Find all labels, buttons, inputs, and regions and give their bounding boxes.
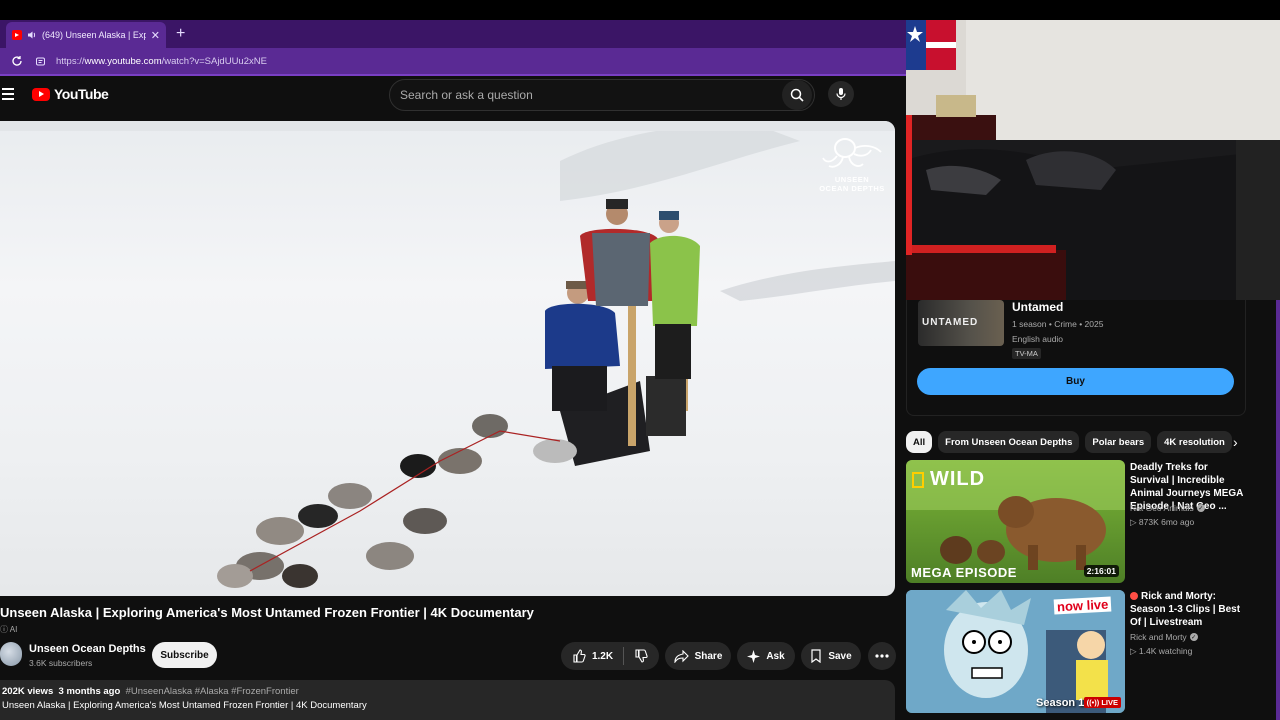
ai-label[interactable]: ⓘ AI [0,624,17,635]
view-count: 202K views [2,686,54,697]
ad-thumbnail-text: UNTAMED [922,317,979,328]
close-tab-icon[interactable]: ✕ [151,29,160,42]
recommendation-stats-2: ▷ 1.4K watching [1130,646,1193,656]
thumbnail-caption-2: Season 1- [1036,697,1088,709]
channel-watermark: UNSEEN OCEAN DEPTHS [817,136,887,193]
ad-meta: 1 season • Crime • 2025 [1012,319,1104,329]
channel-avatar[interactable] [0,642,22,666]
webcam-overlay [906,20,1280,300]
video-title: Unseen Alaska | Exploring America's Most… [0,605,534,620]
live-indicator-icon [1130,592,1138,600]
chip-polar-bears[interactable]: Polar bears [1085,431,1152,453]
ad-rating-badge: TV-MA [1012,348,1041,359]
new-tab-button[interactable]: + [176,25,185,43]
url-prefix: https:// [56,55,85,67]
save-button[interactable]: Save [801,642,861,670]
recommendation-channel-2[interactable]: Rick and Morty ✓ [1130,632,1198,642]
ad-title[interactable]: Untamed [1012,300,1063,314]
like-dislike-group: 1.2K [561,642,659,670]
chip-from-channel[interactable]: From Unseen Ocean Depths [938,431,1080,453]
thumbs-down-icon[interactable] [634,649,648,663]
ad-audio: English audio [1012,334,1064,344]
microphone-icon[interactable] [828,81,854,107]
video-player[interactable] [0,121,895,596]
like-divider [623,647,625,665]
youtube-favicon-icon [12,30,22,40]
bookmark-icon [811,649,821,663]
youtube-header: YouTube Search or ask a question [0,76,906,116]
ask-button[interactable]: Ask [737,642,795,670]
reload-icon[interactable] [10,54,24,68]
buy-button[interactable]: Buy [917,368,1234,395]
top-black-strip [0,0,1280,20]
watermark-line-2: OCEAN DEPTHS [819,184,885,193]
now-live-banner: now live [1053,596,1112,615]
thumbnail-caption: MEGA EPISODE [911,565,1017,580]
recommendation-stats-1: ▷ 873K 6mo ago [1130,517,1195,527]
chip-4k-resolution[interactable]: 4K resolution [1157,431,1232,453]
ad-thumbnail[interactable]: UNTAMED [918,300,1004,346]
subscriber-count: 3.6K subscribers [29,658,93,668]
share-label: Share [694,650,723,662]
recommendation-thumbnail-1[interactable]: WILD MEGA EPISODE 2:16:01 [906,460,1125,583]
thumbs-up-icon[interactable] [572,649,586,663]
octopus-logo-icon [822,138,882,168]
video-frame-illustration [0,121,895,588]
watermark-line-1: UNSEEN [834,175,870,184]
youtube-play-icon [32,87,50,101]
more-horizontal-icon [875,654,889,658]
chip-all[interactable]: All [906,431,933,453]
url-host: www.youtube.com [84,55,162,67]
natgeo-frame-icon [912,471,924,488]
channel-name[interactable]: Unseen Ocean Depths [29,643,146,655]
site-info-icon[interactable] [34,55,46,67]
tab-title: (649) Unseen Alaska | Exploring America'… [42,30,146,40]
url-path: /watch?v=SAjdUUu2xNE [161,55,267,67]
like-count[interactable]: 1.2K [592,651,613,662]
hashtags[interactable]: #UnseenAlaska #Alaska #FrozenFrontier [126,686,299,697]
address-bar: https://www.youtube.com/watch?v=SAjdUUu2… [0,48,906,74]
share-button[interactable]: Share [665,642,731,670]
description-text: Unseen Alaska | Exploring America's Most… [2,700,367,711]
duration-badge: 2:16:01 [1083,565,1119,577]
recommendation-channel-name-2: Rick and Morty [1130,632,1187,642]
browser-tab-active[interactable]: (649) Unseen Alaska | Exploring America'… [6,22,166,48]
ask-label: Ask [766,650,785,662]
recommendation-thumbnail-2[interactable]: now live Season 1- ((•)) LIVE [906,590,1125,713]
sparkle-icon [747,649,761,663]
recommendation-title-2[interactable]: Rick and Morty: Season 1-3 Clips | Best … [1130,590,1248,629]
window-edge [1276,300,1280,720]
youtube-logo[interactable]: YouTube [32,86,109,102]
upload-age: 3 months ago [58,686,121,697]
search-input[interactable]: Search or ask a question [390,88,782,102]
live-badge: ((•)) LIVE [1083,697,1121,708]
screen: (649) Unseen Alaska | Exploring America'… [0,0,1280,720]
search-box[interactable]: Search or ask a question [389,79,815,111]
webcam-scene-illustration [906,20,1280,300]
recommendation-channel-name-1: Nat Geo Animals [1130,503,1194,513]
save-label: Save [828,650,852,662]
speaker-icon[interactable] [27,30,37,40]
search-icon[interactable] [782,80,812,110]
chevron-right-icon[interactable]: › [1233,434,1238,450]
verified-check-icon: ✓ [1189,633,1198,641]
natgeo-logo: WILD [912,468,985,491]
url-field[interactable]: https://www.youtube.com/watch?v=SAjdUUu2… [56,56,267,67]
youtube-wordmark: YouTube [54,86,109,102]
subscribe-button[interactable]: Subscribe [152,642,217,668]
filter-chips: All From Unseen Ocean Depths Polar bears… [906,431,1246,453]
share-icon [674,649,689,663]
recommendation-title-2-text: Rick and Morty: Season 1-3 Clips | Best … [1130,591,1241,628]
hamburger-menu-icon[interactable] [2,88,14,100]
browser-tabbar: (649) Unseen Alaska | Exploring America'… [0,20,906,48]
verified-check-icon: ✓ [1196,504,1205,512]
thumbnail-brand-text: WILD [930,468,986,490]
more-actions-button[interactable] [868,642,896,670]
description-stats: 202K views 3 months ago #UnseenAlaska #A… [2,686,299,697]
recommendation-channel-1[interactable]: Nat Geo Animals ✓ [1130,503,1205,513]
